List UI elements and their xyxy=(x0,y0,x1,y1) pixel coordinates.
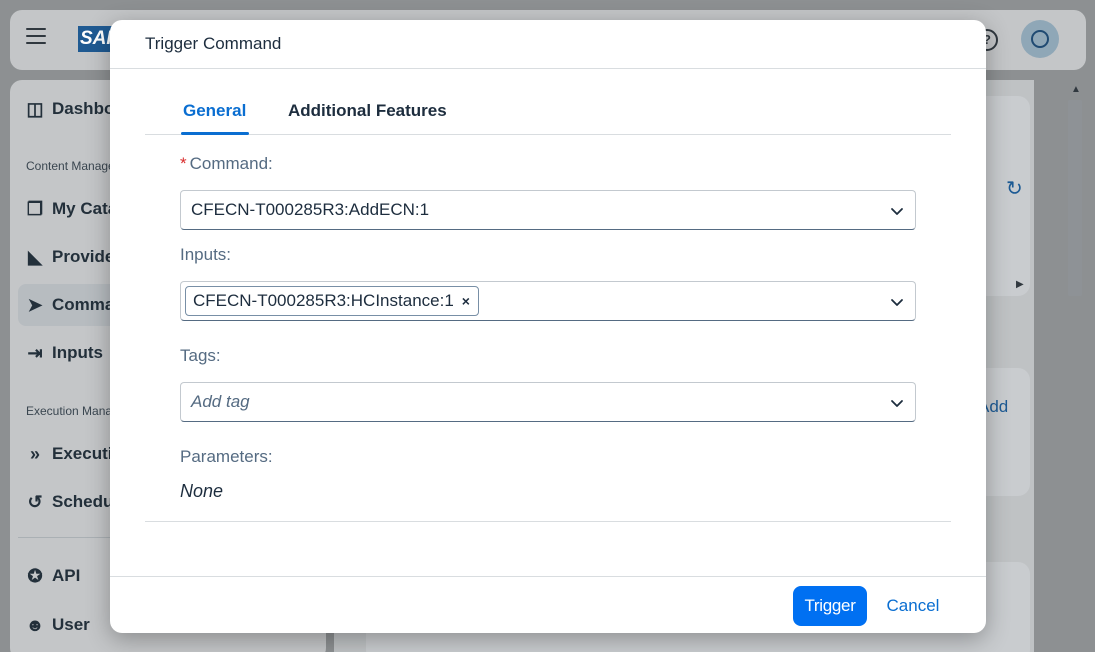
required-marker: * xyxy=(180,154,187,173)
hamburger-menu-icon[interactable] xyxy=(26,28,46,44)
provider-icon: ◣ xyxy=(28,246,42,267)
chevron-down-icon[interactable] xyxy=(889,203,905,219)
dialog-header: Trigger Command xyxy=(110,20,986,69)
sidebar-item-api[interactable]: ✪ API xyxy=(24,563,80,589)
command-select[interactable]: CFECN-T000285R3:AddECN:1 xyxy=(180,190,916,230)
page-scrollbar[interactable]: ▲ xyxy=(1066,82,1084,642)
user-icon: ☻ xyxy=(25,614,45,635)
dialog-title: Trigger Command xyxy=(145,34,282,53)
tags-input[interactable]: Add tag xyxy=(180,382,916,422)
scrollbar-thumb[interactable] xyxy=(1068,100,1082,296)
dialog-footer: Trigger Cancel xyxy=(110,576,986,633)
sidebar-item-label: API xyxy=(52,566,81,585)
scroll-right-icon[interactable]: ▶ xyxy=(1016,279,1024,290)
tags-label: Tags: xyxy=(180,346,221,365)
inputs-multi-combobox[interactable]: CFECN-T000285R3:HCInstance:1 × xyxy=(180,281,916,321)
parameters-value: None xyxy=(180,481,224,501)
command-value: CFECN-T000285R3:AddECN:1 xyxy=(191,200,430,219)
refresh-icon[interactable]: ↻ xyxy=(1006,176,1023,201)
sidebar-item-user[interactable]: ☻ User xyxy=(24,612,90,638)
input-token: CFECN-T000285R3:HCInstance:1 × xyxy=(185,286,479,316)
tab-additional-features[interactable]: Additional Features xyxy=(288,101,447,121)
dashboard-icon: ◫ xyxy=(26,98,44,119)
trigger-command-dialog: Trigger Command General Additional Featu… xyxy=(110,20,986,633)
sidebar-item-label: Inputs xyxy=(52,343,103,362)
parameters-label: Parameters: xyxy=(180,447,273,466)
sidebar-item-label: User xyxy=(52,615,90,634)
trigger-button[interactable]: Trigger xyxy=(793,586,867,626)
chevron-down-icon[interactable] xyxy=(889,294,905,310)
input-icon: ⇥ xyxy=(27,342,43,363)
catalog-icon: ❐ xyxy=(26,198,44,219)
api-icon: ✪ xyxy=(27,565,43,586)
token-remove-icon[interactable]: × xyxy=(462,293,470,309)
token-text: CFECN-T000285R3:HCInstance:1 xyxy=(193,291,454,310)
user-avatar-icon[interactable] xyxy=(1021,20,1059,58)
sidebar-item-inputs[interactable]: ⇥ Inputs xyxy=(24,340,103,366)
tab-general[interactable]: General xyxy=(183,101,246,121)
cancel-button[interactable]: Cancel xyxy=(876,586,950,626)
command-label: * Command: xyxy=(180,154,273,174)
tags-placeholder: Add tag xyxy=(191,392,250,411)
command-icon: ➤ xyxy=(27,294,43,315)
schedule-icon: ↺ xyxy=(27,491,43,512)
active-tab-indicator xyxy=(181,132,249,135)
scroll-up-icon[interactable]: ▲ xyxy=(1071,84,1081,95)
command-label-text: Command: xyxy=(189,154,273,173)
tab-bar: General Additional Features xyxy=(145,69,951,135)
execution-icon: » xyxy=(29,443,40,464)
content-divider xyxy=(145,521,951,522)
inputs-label: Inputs: xyxy=(180,245,232,264)
chevron-down-icon[interactable] xyxy=(889,395,905,411)
